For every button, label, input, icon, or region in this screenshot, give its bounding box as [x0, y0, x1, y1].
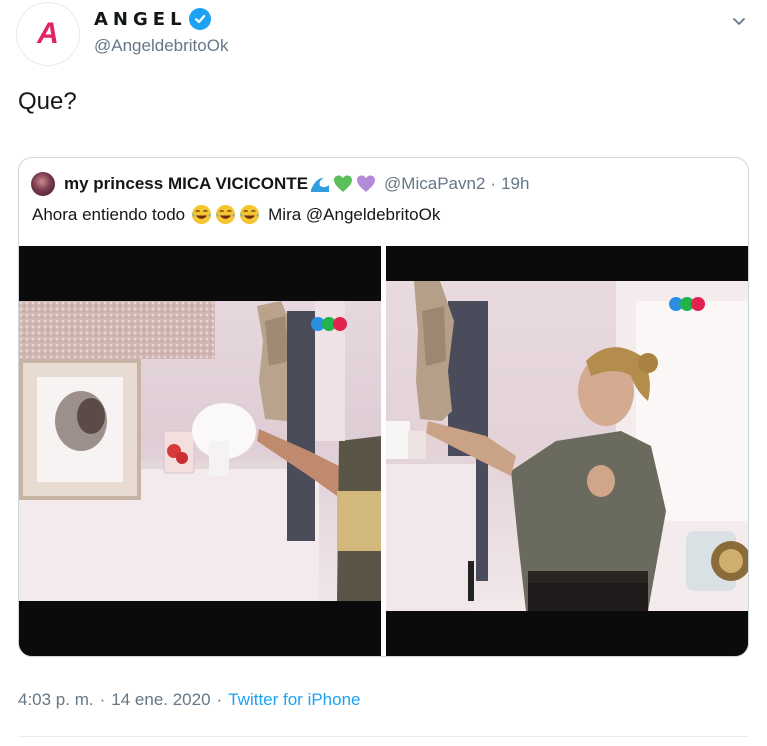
quoted-display-name[interactable]: my princess MICA VICICONTE: [64, 174, 308, 194]
green-heart-icon: [334, 175, 353, 192]
author-name-row: ANGEL: [94, 8, 211, 30]
author-handle[interactable]: @AngeldebritoOk: [94, 36, 228, 56]
quoted-tweet-text: Ahora entiendo todo Mira @AngeldebritoOk: [32, 204, 440, 225]
chevron-down-icon[interactable]: [728, 10, 750, 32]
verified-badge-icon: [188, 8, 211, 30]
purple-heart-icon: [357, 175, 376, 192]
video-scene-left-art: [19, 301, 381, 601]
avatar[interactable]: A: [16, 2, 80, 66]
quoted-tweet-header: my princess MICA VICICONTE @MicaPavn2 · …: [31, 172, 529, 196]
meta-separator: ·: [216, 690, 223, 709]
video-frame-left[interactable]: [19, 246, 381, 656]
letterbox-bottom: [386, 611, 748, 656]
letterbox-top: [19, 246, 381, 301]
avatar-logo-letter: A: [37, 17, 59, 50]
author-display-name[interactable]: ANGEL: [94, 9, 187, 30]
quoted-text-before: Ahora entiendo todo: [32, 204, 186, 224]
meta-separator: ·: [99, 690, 106, 709]
wave-icon: [311, 177, 330, 192]
letterbox-top: [386, 246, 748, 281]
video-scene-left: [19, 301, 381, 601]
telefe-logo-icon: [311, 317, 347, 331]
tears-of-joy-icon: [216, 204, 236, 225]
quoted-handle[interactable]: @MicaPavn2: [384, 174, 485, 194]
tweet-text: Que?: [18, 88, 77, 115]
tweet-meta: 4:03 p. m. · 14 ene. 2020 · Twitter for …: [18, 690, 361, 710]
divider: [18, 736, 749, 737]
tears-of-joy-icon: [192, 204, 212, 225]
video-scene-right: [386, 281, 748, 611]
quoted-avatar[interactable]: [31, 172, 55, 196]
quoted-media: [19, 246, 748, 656]
video-frame-right[interactable]: [386, 246, 748, 656]
tweet: A ANGEL @AngeldebritoOk Que? my princess…: [0, 0, 767, 746]
quoted-text-after: Mira @AngeldebritoOk: [268, 204, 441, 224]
quoted-time[interactable]: 19h: [501, 174, 529, 194]
tears-of-joy-icon: [240, 204, 260, 225]
tweet-date[interactable]: 14 ene. 2020: [111, 690, 210, 710]
tweet-source-link[interactable]: Twitter for iPhone: [228, 690, 360, 710]
telefe-logo-icon: [669, 297, 705, 311]
quoted-tweet[interactable]: my princess MICA VICICONTE @MicaPavn2 · …: [18, 157, 749, 657]
quoted-name-emojis: [310, 174, 376, 194]
video-scene-right-art: [386, 281, 748, 611]
tweet-time[interactable]: 4:03 p. m.: [18, 690, 94, 710]
letterbox-bottom: [19, 601, 381, 656]
quoted-separator: ·: [490, 174, 497, 193]
